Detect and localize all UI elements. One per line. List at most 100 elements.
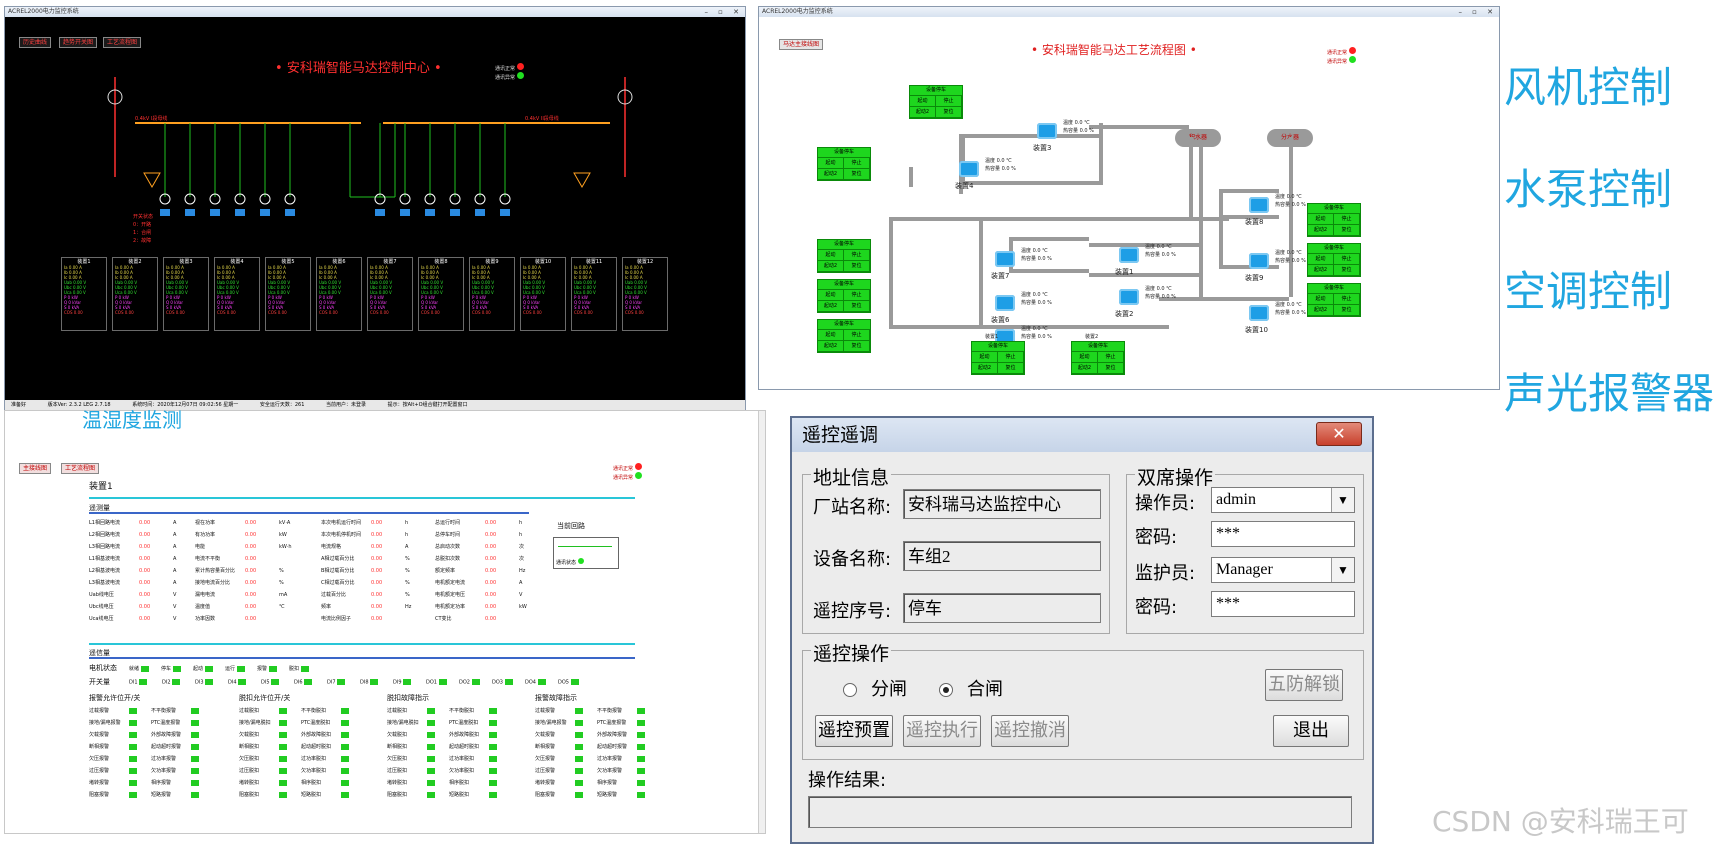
meter-box[interactable]: 装置9 Ia 0.00 A Ib 0.00 A Ic 0.00 A Uab 0.00 V… bbox=[469, 257, 515, 331]
control-block[interactable]: 设备停车 起动 停止 起动2 复位 bbox=[817, 279, 871, 313]
window-controls[interactable]: – ▫ ✕ bbox=[704, 7, 743, 17]
meter-box[interactable]: 装置3 Ia 0.00 A Ib 0.00 A Ic 0.00 A Uab 0.00 V… bbox=[163, 257, 209, 331]
stop-button[interactable]: 停止 bbox=[844, 250, 870, 261]
reset-button[interactable]: 复位 bbox=[1334, 305, 1360, 316]
start-button[interactable]: 起动 bbox=[818, 158, 844, 169]
reset-button[interactable]: 复位 bbox=[998, 363, 1024, 374]
start-button[interactable]: 起动 bbox=[818, 290, 844, 301]
start2-button[interactable]: 起动2 bbox=[910, 107, 936, 118]
tab-main-wiring[interactable]: 主接线图 bbox=[19, 463, 52, 474]
fan-icon[interactable] bbox=[400, 209, 410, 216]
meter-box[interactable]: 装置4 Ia 0.00 A Ib 0.00 A Ic 0.00 A Uab 0.00 V… bbox=[214, 257, 260, 331]
stop-button[interactable]: 停止 bbox=[1334, 214, 1360, 225]
fan-icon[interactable] bbox=[185, 209, 195, 216]
cancel-button[interactable]: 遥控撤消 bbox=[991, 715, 1069, 747]
start-button[interactable]: 起动 bbox=[1308, 294, 1334, 305]
reset-button[interactable]: 复位 bbox=[936, 107, 962, 118]
preset-button[interactable]: 遥控预置 bbox=[815, 715, 893, 747]
unlock-button[interactable]: 五防解锁 bbox=[1265, 669, 1343, 701]
pump-icon[interactable] bbox=[1249, 197, 1269, 213]
stop-button[interactable]: 停止 bbox=[844, 158, 870, 169]
fan-icon[interactable] bbox=[285, 209, 295, 216]
reset-button[interactable]: 复位 bbox=[844, 169, 870, 180]
control-block[interactable]: 设备停车 起动 停止 起动2 复位 bbox=[817, 239, 871, 273]
start2-button[interactable]: 起动2 bbox=[1308, 305, 1334, 316]
start2-button[interactable]: 起动2 bbox=[1072, 363, 1098, 374]
chevron-down-icon[interactable]: ▼ bbox=[1331, 488, 1354, 512]
reset-button[interactable]: 复位 bbox=[844, 341, 870, 352]
fan-icon[interactable] bbox=[235, 209, 245, 216]
stop-button[interactable]: 停止 bbox=[844, 290, 870, 301]
start2-button[interactable]: 起动2 bbox=[1308, 225, 1334, 236]
meter-box[interactable]: 装置5 Ia 0.00 A Ib 0.00 A Ic 0.00 A Uab 0.00 V… bbox=[265, 257, 311, 331]
pump-icon[interactable] bbox=[995, 251, 1015, 267]
radio-open[interactable]: 分闸 bbox=[843, 675, 907, 701]
meter-box[interactable]: 装置10 Ia 0.00 A Ib 0.00 A Ic 0.00 A Uab 0.00 … bbox=[520, 257, 566, 331]
operator-password-input[interactable]: *** bbox=[1211, 521, 1355, 547]
pump-icon[interactable] bbox=[1037, 123, 1057, 139]
control-block[interactable]: 设备停车 起动 停止 起动2 复位 bbox=[1307, 243, 1361, 277]
reset-button[interactable]: 复位 bbox=[844, 301, 870, 312]
reset-button[interactable]: 复位 bbox=[1098, 363, 1124, 374]
pump-icon[interactable] bbox=[1119, 289, 1139, 305]
tab-process-flow[interactable]: 工艺流程图 bbox=[103, 37, 142, 48]
radio-close[interactable]: 合闸 bbox=[939, 675, 1003, 701]
execute-button[interactable]: 遥控执行 bbox=[903, 715, 981, 747]
stop-button[interactable]: 停止 bbox=[998, 352, 1024, 363]
start-button[interactable]: 起动 bbox=[1308, 254, 1334, 265]
stop-button[interactable]: 停止 bbox=[1334, 294, 1360, 305]
meter-box[interactable]: 装置7 Ia 0.00 A Ib 0.00 A Ic 0.00 A Uab 0.00 V… bbox=[367, 257, 413, 331]
control-block[interactable]: 设备停车 起动 停止 起动2 复位 bbox=[817, 319, 871, 353]
fan-icon[interactable] bbox=[260, 209, 270, 216]
fan-icon[interactable] bbox=[160, 209, 170, 216]
fan-icon[interactable] bbox=[375, 209, 385, 216]
operator-select[interactable]: admin ▼ bbox=[1211, 487, 1355, 513]
stop-button[interactable]: 停止 bbox=[1334, 254, 1360, 265]
control-block[interactable]: 设备停车 起动 停止 起动2 复位 bbox=[971, 341, 1025, 375]
control-block[interactable]: 设备停车 起动 停止 起动2 复位 bbox=[909, 85, 963, 119]
exit-button[interactable]: 退出 bbox=[1273, 715, 1349, 747]
radio-selected-icon[interactable] bbox=[939, 683, 953, 697]
pump-icon[interactable] bbox=[959, 161, 979, 177]
start-button[interactable]: 起动 bbox=[818, 330, 844, 341]
pump-icon[interactable] bbox=[995, 295, 1015, 311]
reset-button[interactable]: 复位 bbox=[1334, 265, 1360, 276]
reset-button[interactable]: 复位 bbox=[844, 261, 870, 272]
tab-history-curve[interactable]: 历史曲线 bbox=[19, 37, 52, 48]
start-button[interactable]: 起动 bbox=[1308, 214, 1334, 225]
stop-button[interactable]: 停止 bbox=[936, 96, 962, 107]
control-block[interactable]: 设备停车 起动 停止 起动2 复位 bbox=[1307, 283, 1361, 317]
fan-icon[interactable] bbox=[450, 209, 460, 216]
stop-button[interactable]: 停止 bbox=[844, 330, 870, 341]
start2-button[interactable]: 起动2 bbox=[818, 341, 844, 352]
tab-switch-trend[interactable]: 趋势开关图 bbox=[59, 37, 98, 48]
start-button[interactable]: 起动 bbox=[910, 96, 936, 107]
monitor-select[interactable]: Manager ▼ bbox=[1211, 557, 1355, 583]
meter-box[interactable]: 装置11 Ia 0.00 A Ib 0.00 A Ic 0.00 A Uab 0.00 … bbox=[571, 257, 617, 331]
start2-button[interactable]: 起动2 bbox=[818, 169, 844, 180]
meter-box[interactable]: 装置2 Ia 0.00 A Ib 0.00 A Ic 0.00 A Uab 0.00 V… bbox=[112, 257, 158, 331]
fan-icon[interactable] bbox=[210, 209, 220, 216]
start2-button[interactable]: 起动2 bbox=[818, 261, 844, 272]
tab-main-wiring[interactable]: 马达主接线图 bbox=[779, 39, 824, 50]
radio-circle-icon[interactable] bbox=[843, 683, 857, 697]
fan-icon[interactable] bbox=[475, 209, 485, 216]
start2-button[interactable]: 起动2 bbox=[972, 363, 998, 374]
start-button[interactable]: 起动 bbox=[1072, 352, 1098, 363]
meter-box[interactable]: 装置6 Ia 0.00 A Ib 0.00 A Ic 0.00 A Uab 0.00 V… bbox=[316, 257, 362, 331]
meter-box[interactable]: 装置1 Ia 0.00 A Ib 0.00 A Ic 0.00 A Uab 0.00 V… bbox=[61, 257, 107, 331]
reset-button[interactable]: 复位 bbox=[1334, 225, 1360, 236]
start-button[interactable]: 起动 bbox=[972, 352, 998, 363]
meter-box[interactable]: 装置8 Ia 0.00 A Ib 0.00 A Ic 0.00 A Uab 0.00 V… bbox=[418, 257, 464, 331]
pump-icon[interactable] bbox=[1249, 305, 1269, 321]
control-block[interactable]: 设备停车 起动 停止 起动2 复位 bbox=[817, 147, 871, 181]
monitor-password-input[interactable]: *** bbox=[1211, 591, 1355, 617]
meter-box[interactable]: 装置12 Ia 0.00 A Ib 0.00 A Ic 0.00 A Uab 0.00 … bbox=[622, 257, 668, 331]
stop-button[interactable]: 停止 bbox=[1098, 352, 1124, 363]
pump-icon[interactable] bbox=[1249, 253, 1269, 269]
tab-process-flow[interactable]: 工艺流程图 bbox=[61, 463, 100, 474]
window-controls[interactable]: – ▫ ✕ bbox=[1458, 7, 1497, 17]
start2-button[interactable]: 起动2 bbox=[1308, 265, 1334, 276]
pump-icon[interactable] bbox=[1119, 247, 1139, 263]
start-button[interactable]: 起动 bbox=[818, 250, 844, 261]
